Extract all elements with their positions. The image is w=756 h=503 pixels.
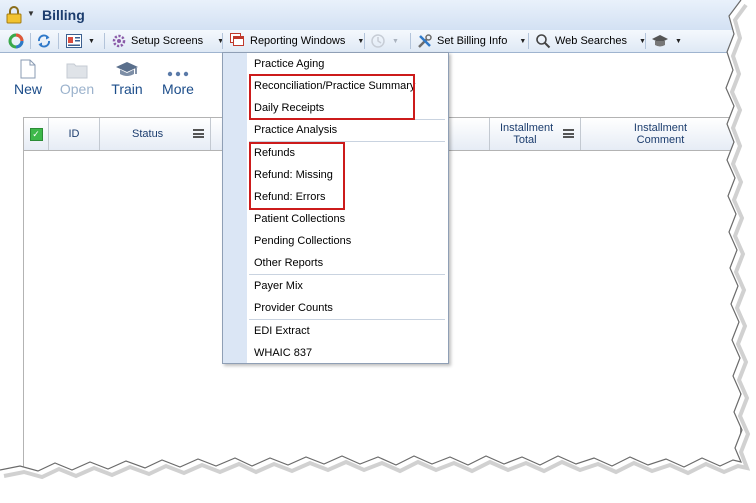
torn-edge-overlay	[0, 0, 756, 503]
